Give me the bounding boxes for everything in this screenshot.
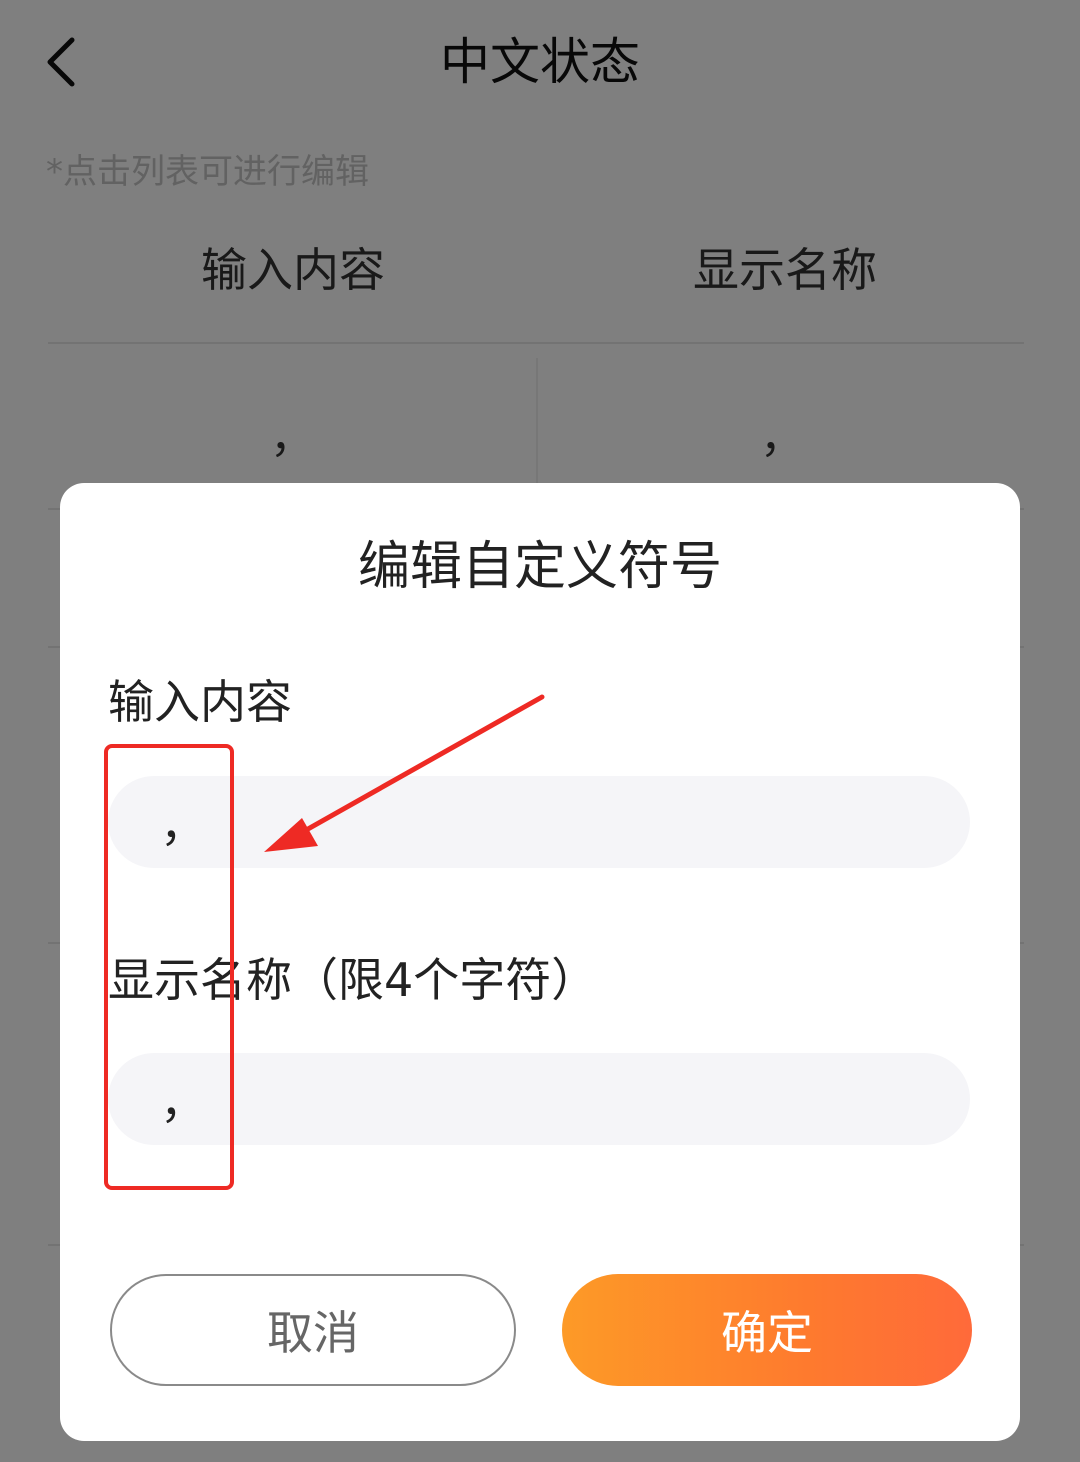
- confirm-button[interactable]: 确定: [562, 1274, 972, 1386]
- input-content-label: 输入内容: [108, 675, 292, 729]
- dialog-title: 编辑自定义符号: [357, 537, 722, 597]
- cancel-button[interactable]: 取消: [110, 1274, 516, 1386]
- input-content-field[interactable]: [108, 776, 970, 868]
- annotation-highlight-box: [104, 744, 234, 1190]
- display-name-field[interactable]: [108, 1053, 970, 1145]
